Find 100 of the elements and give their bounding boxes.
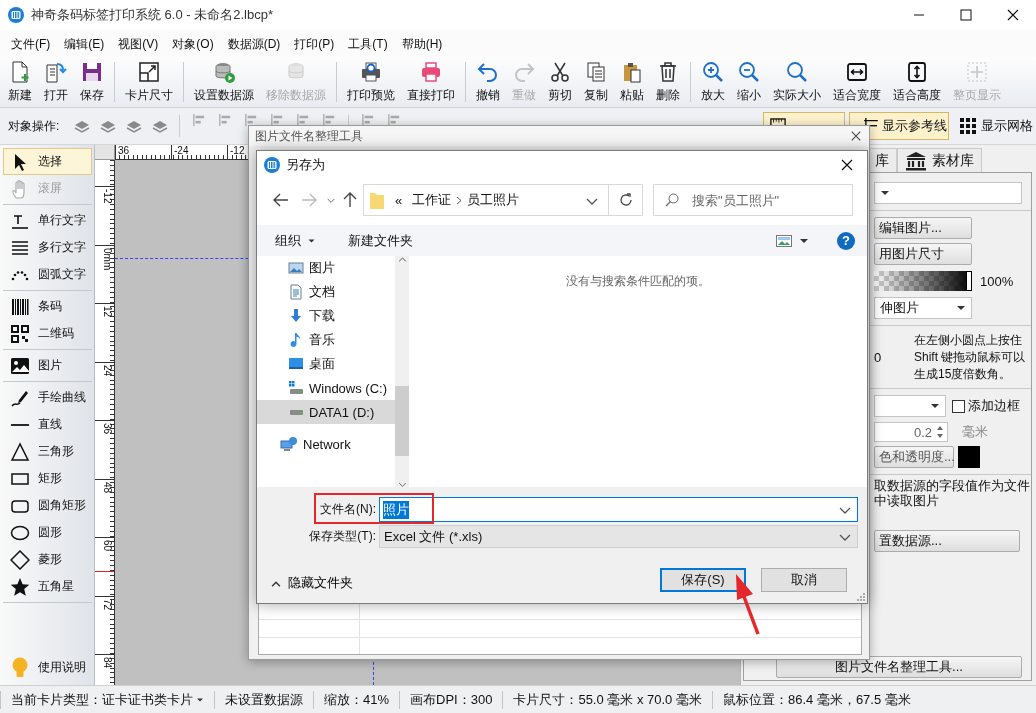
breadcrumb[interactable]: 工作证 bbox=[407, 191, 457, 209]
card-type-dropdown[interactable]: 当前卡片类型：证卡证书类卡片 bbox=[0, 690, 214, 709]
nav-item[interactable]: 桌面 bbox=[257, 352, 395, 376]
nav-item[interactable]: 音乐 bbox=[257, 328, 395, 352]
card-size-icon bbox=[137, 60, 161, 84]
align-icon bbox=[219, 114, 232, 126]
toolbar-button[interactable]: 适合宽度 bbox=[828, 58, 886, 106]
copy-icon bbox=[584, 60, 608, 84]
dropdown[interactable]: 伸图片 bbox=[874, 297, 972, 319]
scroll-bar[interactable] bbox=[395, 256, 409, 487]
cancel-button[interactable]: 取消 bbox=[761, 568, 847, 592]
close-icon bbox=[1005, 8, 1020, 22]
number-field[interactable]: 0.2 bbox=[874, 422, 948, 442]
edit-image-button[interactable]: 编辑图片... bbox=[874, 217, 972, 239]
menu-item[interactable]: 编辑(E) bbox=[57, 33, 112, 54]
toolbar-button[interactable]: 剪切 bbox=[543, 58, 577, 106]
tool-button[interactable]: 圆角矩形 bbox=[3, 492, 92, 519]
menu-item[interactable]: 视图(V) bbox=[111, 33, 166, 54]
tool-button[interactable]: 手绘曲线 bbox=[3, 384, 92, 411]
toolbar-button[interactable]: 打印预览 bbox=[342, 58, 400, 106]
view-toggle[interactable]: 显示网格 bbox=[953, 112, 1033, 140]
description-text: 取数据源的字段值作为文件 bbox=[874, 478, 1030, 493]
ruler-label: 0mm bbox=[95, 244, 114, 303]
ruler-corner bbox=[95, 145, 115, 160]
toolbar-button[interactable]: 实际大小 bbox=[768, 58, 826, 106]
forward-arrow-icon bbox=[301, 193, 317, 207]
panel-tab[interactable]: 素材库 bbox=[897, 148, 982, 172]
path-overflow[interactable]: « bbox=[390, 192, 408, 208]
toolbar-button[interactable]: 放大 bbox=[696, 58, 730, 106]
align-icon bbox=[323, 114, 336, 126]
tool-button[interactable]: 选择 bbox=[3, 148, 92, 175]
menu-item[interactable]: 打印(P) bbox=[287, 33, 342, 54]
toolbar-button[interactable]: 保存 bbox=[75, 58, 109, 106]
organize-menu[interactable]: 组织 bbox=[271, 227, 320, 254]
search-field[interactable]: 搜索"员工照片" bbox=[653, 184, 853, 216]
breadcrumb[interactable]: 员工照片 bbox=[462, 191, 525, 209]
checkbox[interactable] bbox=[952, 399, 965, 413]
network-icon bbox=[280, 436, 298, 452]
toolbar-button[interactable]: 复制 bbox=[579, 58, 613, 106]
toolbar-button[interactable]: 缩小 bbox=[732, 58, 766, 106]
tool-button[interactable]: 直线 bbox=[3, 411, 92, 438]
line-icon bbox=[10, 423, 30, 426]
file-name-tool-button[interactable]: 图片文件名整理工具... bbox=[776, 656, 1022, 678]
toolbar-button[interactable]: 设置数据源 bbox=[189, 58, 259, 106]
nav-item[interactable]: DATA1 (D:) bbox=[257, 400, 395, 424]
help-button[interactable]: 使用说明 bbox=[3, 654, 92, 681]
nav-item[interactable]: Windows (C:) bbox=[257, 376, 395, 400]
opacity-slider[interactable] bbox=[874, 271, 972, 291]
tool-button[interactable]: 二维码 bbox=[3, 320, 92, 347]
data-source-button[interactable]: 置数据源... bbox=[874, 530, 1020, 552]
toolbar-button[interactable]: 撤销 bbox=[471, 58, 505, 106]
toolbar-button[interactable]: 适合高度 bbox=[888, 58, 946, 106]
toolbar-button[interactable]: 粘贴 bbox=[615, 58, 649, 106]
menu-item[interactable]: 文件(F) bbox=[4, 33, 58, 54]
maximize-icon bbox=[959, 9, 972, 21]
nav-item[interactable]: Network bbox=[257, 432, 395, 456]
menu-item[interactable]: 对象(O) bbox=[165, 33, 221, 54]
image-size-button[interactable]: 用图片尺寸 bbox=[874, 243, 972, 265]
scroll-up-icon bbox=[397, 256, 407, 262]
color-button[interactable]: 色和透明度... bbox=[874, 446, 954, 468]
tool-button[interactable]: 条码 bbox=[3, 293, 92, 320]
new-folder-button[interactable]: 新建文件夹 bbox=[344, 227, 417, 254]
toolbar-button[interactable]: 打开 bbox=[39, 58, 73, 106]
barcode-logo-icon bbox=[264, 157, 280, 173]
nav-item[interactable]: 文档 bbox=[257, 280, 395, 304]
nav-item[interactable]: 图片 bbox=[257, 256, 395, 280]
dropdown[interactable] bbox=[874, 182, 1022, 204]
description-text: 中读取图片 bbox=[874, 493, 939, 508]
dropdown[interactable] bbox=[874, 395, 946, 417]
tool-button[interactable]: 多行文字 bbox=[3, 234, 92, 261]
menu-item[interactable]: 数据源(D) bbox=[220, 33, 288, 54]
toolbar-button[interactable]: 直接打印 bbox=[402, 58, 460, 106]
tool-button[interactable]: 三角形 bbox=[3, 438, 92, 465]
tool-button[interactable]: 圆弧文字 bbox=[3, 261, 92, 288]
nav-item[interactable]: 下载 bbox=[257, 304, 395, 328]
color-swatch[interactable] bbox=[958, 446, 980, 468]
toolbar-button[interactable]: 卡片尺寸 bbox=[120, 58, 178, 106]
menu-item[interactable]: 工具(T) bbox=[341, 33, 395, 54]
chevron-right-icon bbox=[456, 195, 463, 205]
file-name-field[interactable]: 照片 bbox=[379, 497, 858, 522]
tool-button[interactable]: 五角星 bbox=[3, 573, 92, 600]
slider-thumb[interactable] bbox=[966, 271, 972, 291]
tool-button[interactable]: 单行文字 bbox=[3, 207, 92, 234]
save-button[interactable]: 保存(S) bbox=[660, 568, 746, 592]
toolbar-button[interactable]: 新建 bbox=[3, 58, 37, 106]
qr-code-icon bbox=[10, 323, 30, 344]
printer-icon bbox=[359, 60, 383, 84]
file-type-dropdown[interactable]: Excel 文件 (*.xls) bbox=[379, 525, 858, 548]
help-button[interactable]: ? bbox=[837, 231, 855, 250]
address-bar[interactable]: « 工作证 员工照片 bbox=[363, 184, 643, 216]
dialog-title: 另存为 bbox=[286, 156, 326, 174]
hide-folders-button[interactable]: 隐藏文件夹 bbox=[269, 574, 355, 592]
toolbar-button[interactable]: 删除 bbox=[651, 58, 685, 106]
caret-icon bbox=[196, 696, 204, 703]
tool-button[interactable]: 矩形 bbox=[3, 465, 92, 492]
tool-button[interactable]: 圆形 bbox=[3, 519, 92, 546]
opacity-value: 100% bbox=[980, 273, 1014, 289]
tool-button[interactable]: 菱形 bbox=[3, 546, 92, 573]
tool-button[interactable]: 图片 bbox=[3, 352, 92, 379]
menu-item[interactable]: 帮助(H) bbox=[394, 33, 450, 54]
